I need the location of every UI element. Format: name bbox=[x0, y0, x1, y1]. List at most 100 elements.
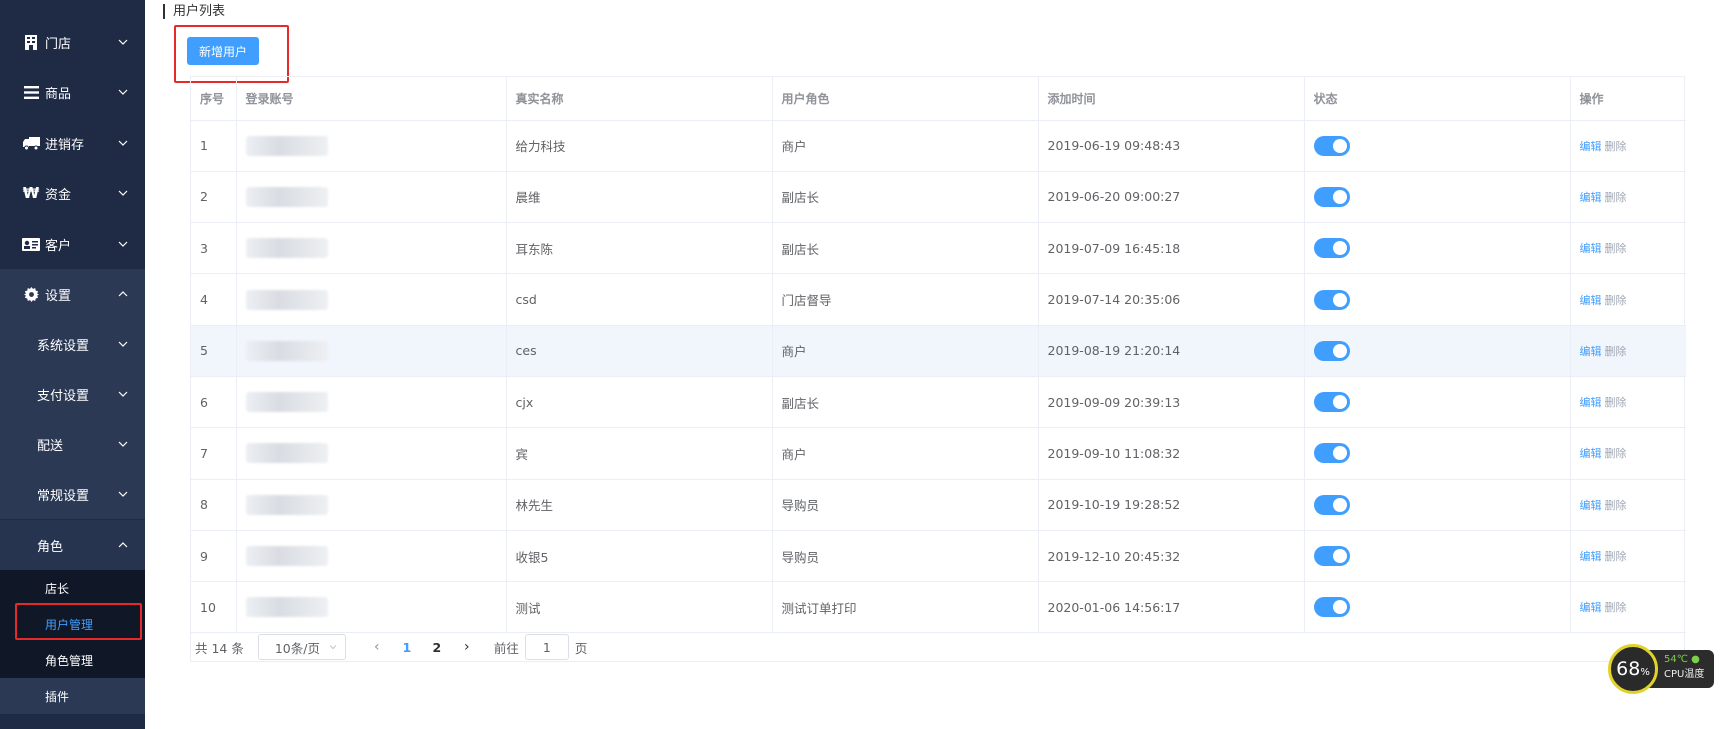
status-toggle[interactable] bbox=[1313, 186, 1350, 207]
edit-link[interactable]: 编辑 bbox=[1580, 294, 1602, 307]
role-item-user-management[interactable]: 用户管理 bbox=[0, 606, 145, 642]
status-toggle[interactable] bbox=[1313, 238, 1350, 259]
cpu-monitor-widget[interactable]: 54℃ ● CPU温度 68% bbox=[1608, 644, 1714, 694]
edit-link[interactable]: 编辑 bbox=[1580, 447, 1602, 460]
cell-role: 商户 bbox=[772, 427, 1039, 480]
col-header-login: 登录账号 bbox=[236, 77, 507, 121]
cell-status bbox=[1304, 581, 1571, 634]
status-toggle[interactable] bbox=[1313, 546, 1350, 567]
cell-role: 测试订单打印 bbox=[772, 581, 1039, 634]
redacted-login bbox=[245, 186, 328, 207]
edit-link[interactable]: 编辑 bbox=[1580, 191, 1602, 204]
delete-link[interactable]: 删除 bbox=[1605, 345, 1627, 358]
cell-actions: 编辑 删除 bbox=[1570, 581, 1686, 634]
delete-link[interactable]: 删除 bbox=[1605, 242, 1627, 255]
prev-page-button[interactable]: ‹ bbox=[362, 639, 392, 655]
delete-link[interactable]: 删除 bbox=[1605, 601, 1627, 614]
cell-actions: 编辑 删除 bbox=[1570, 427, 1686, 480]
redacted-login bbox=[245, 340, 328, 361]
page-size-select[interactable]: 10条/页 bbox=[257, 634, 346, 660]
delete-link[interactable]: 删除 bbox=[1605, 140, 1627, 153]
cell-actions: 编辑 删除 bbox=[1570, 325, 1686, 377]
submenu-system-settings-label: 系统设置 bbox=[37, 338, 90, 354]
submenu-system-settings[interactable]: 系统设置 bbox=[0, 319, 145, 369]
chevron-down-icon bbox=[118, 39, 128, 45]
cell-index: 10 bbox=[191, 581, 237, 634]
cell-real-name: 收银5 bbox=[506, 530, 773, 583]
edit-link[interactable]: 编辑 bbox=[1580, 601, 1602, 614]
goto-suffix: 页 bbox=[574, 640, 588, 656]
status-toggle[interactable] bbox=[1313, 443, 1350, 464]
table-row: 10 测试 测试订单打印 2020-01-06 14:56:17 编辑 删除 bbox=[191, 581, 1686, 634]
cell-real-name: 宾 bbox=[506, 427, 773, 480]
status-toggle[interactable] bbox=[1313, 340, 1350, 361]
delete-link[interactable]: 删除 bbox=[1605, 396, 1627, 409]
submenu-payment-settings[interactable]: 支付设置 bbox=[0, 369, 145, 419]
edit-link[interactable]: 编辑 bbox=[1580, 242, 1602, 255]
submenu-delivery[interactable]: 配送 bbox=[0, 419, 145, 469]
delete-link[interactable]: 删除 bbox=[1605, 447, 1627, 460]
menu-store[interactable]: 门店 bbox=[0, 17, 145, 67]
delete-link[interactable]: 删除 bbox=[1605, 191, 1627, 204]
submenu-general-settings[interactable]: 常规设置 bbox=[0, 469, 145, 519]
page-button-2[interactable]: 2 bbox=[422, 640, 452, 655]
col-header-index: 序号 bbox=[191, 77, 237, 121]
status-toggle[interactable] bbox=[1313, 289, 1350, 310]
menu-inventory[interactable]: 进销存 bbox=[0, 118, 145, 168]
delete-link[interactable]: 删除 bbox=[1605, 294, 1627, 307]
table-row: 4 csd 门店督导 2019-07-14 20:35:06 编辑 删除 bbox=[191, 273, 1686, 326]
cell-actions: 编辑 删除 bbox=[1570, 120, 1686, 172]
menu-funds[interactable]: ₩ 资金 bbox=[0, 168, 145, 218]
next-page-button[interactable]: › bbox=[452, 639, 482, 655]
user-table: 序号 登录账号 真实名称 用户角色 添加时间 状态 操作 1 给力科技 商户 2019… bbox=[190, 76, 1686, 662]
status-toggle[interactable] bbox=[1313, 494, 1350, 515]
edit-link[interactable]: 编辑 bbox=[1580, 345, 1602, 358]
cell-login bbox=[236, 325, 507, 377]
delete-link[interactable]: 删除 bbox=[1605, 550, 1627, 563]
cell-actions: 编辑 删除 bbox=[1570, 273, 1686, 326]
cell-added-time: 2019-09-09 20:39:13 bbox=[1038, 376, 1305, 429]
submenu-role[interactable]: 角色 bbox=[0, 520, 145, 570]
role-item-role-management[interactable]: 角色管理 bbox=[0, 642, 145, 678]
cell-actions: 编辑 删除 bbox=[1570, 171, 1686, 224]
status-toggle[interactable] bbox=[1313, 135, 1350, 156]
menu-settings[interactable]: 设置 bbox=[0, 269, 145, 319]
edit-link[interactable]: 编辑 bbox=[1580, 396, 1602, 409]
cpu-temp-label: CPU温度 bbox=[1664, 669, 1705, 680]
cell-index: 9 bbox=[191, 530, 237, 583]
table-body: 1 给力科技 商户 2019-06-19 09:48:43 编辑 删除 2 晨维 副店长 2019… bbox=[191, 120, 1686, 634]
delete-link[interactable]: 删除 bbox=[1605, 499, 1627, 512]
col-header-status: 状态 bbox=[1304, 77, 1571, 121]
table-row: 2 晨维 副店长 2019-06-20 09:00:27 编辑 删除 bbox=[191, 171, 1686, 224]
role-item-store-manager[interactable]: 店长 bbox=[0, 570, 145, 606]
cell-role: 导购员 bbox=[772, 479, 1039, 531]
redacted-login bbox=[245, 289, 328, 310]
cell-index: 6 bbox=[191, 376, 237, 429]
won-icon: ₩ bbox=[22, 184, 40, 202]
add-user-button[interactable]: 新增用户 bbox=[187, 37, 259, 65]
edit-link[interactable]: 编辑 bbox=[1580, 140, 1602, 153]
truck-icon bbox=[21, 136, 41, 150]
role-item-plugins[interactable]: 插件 bbox=[0, 678, 145, 714]
submenu-general-settings-label: 常规设置 bbox=[37, 488, 90, 504]
status-toggle[interactable] bbox=[1313, 392, 1350, 413]
cell-added-time: 2019-06-19 09:48:43 bbox=[1038, 120, 1305, 172]
cell-index: 7 bbox=[191, 427, 237, 480]
edit-link[interactable]: 编辑 bbox=[1580, 550, 1602, 563]
menu-goods[interactable]: 商品 bbox=[0, 67, 145, 117]
chevron-down-icon bbox=[118, 391, 128, 397]
menu-customer[interactable]: 客户 bbox=[0, 219, 145, 269]
page-button-1[interactable]: 1 bbox=[392, 640, 422, 655]
cell-added-time: 2019-07-14 20:35:06 bbox=[1038, 273, 1305, 326]
total-count: 共 14 条 bbox=[195, 640, 244, 656]
cell-role: 副店长 bbox=[772, 222, 1039, 275]
cell-index: 8 bbox=[191, 479, 237, 531]
goto-page-input[interactable] bbox=[524, 634, 569, 660]
id-card-icon bbox=[21, 237, 41, 251]
edit-link[interactable]: 编辑 bbox=[1580, 499, 1602, 512]
col-header-actions: 操作 bbox=[1570, 77, 1686, 121]
status-toggle[interactable] bbox=[1313, 597, 1350, 618]
list-icon bbox=[21, 85, 41, 99]
cpu-usage: 68 bbox=[1616, 658, 1641, 680]
cell-status bbox=[1304, 171, 1571, 224]
